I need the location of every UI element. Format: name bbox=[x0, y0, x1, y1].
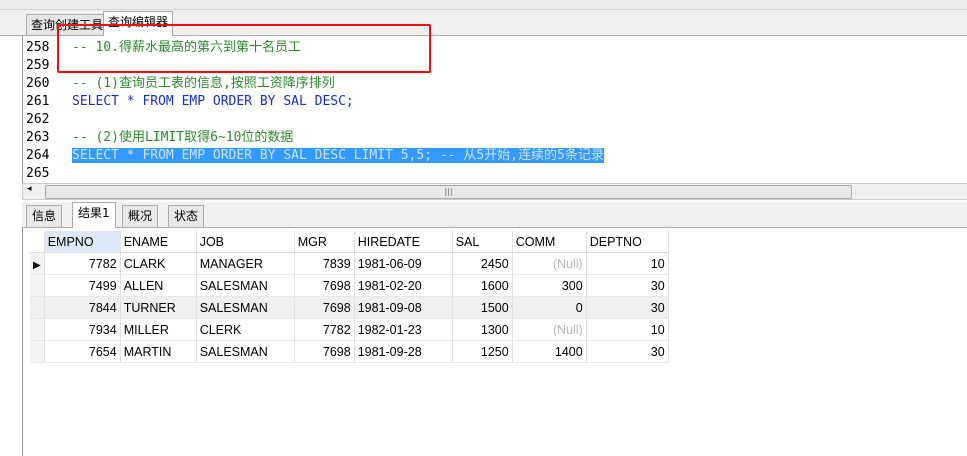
table-cell[interactable]: MILLER bbox=[120, 318, 197, 341]
table-cell[interactable]: MANAGER bbox=[196, 252, 295, 275]
row-indicator[interactable]: ▶ bbox=[30, 252, 45, 275]
table-cell[interactable]: 1981-09-28 bbox=[354, 340, 453, 363]
table-cell[interactable]: 1981-02-20 bbox=[354, 274, 453, 297]
code-text: -- (2)使用LIMIT取得6~10位的数据 bbox=[72, 130, 294, 145]
divider bbox=[22, 227, 23, 456]
highlight-box bbox=[57, 24, 431, 73]
result-tabs: 信息 结果1 概况 状态 bbox=[22, 202, 967, 228]
table-cell[interactable]: 30 bbox=[586, 340, 669, 363]
line-number: 261 bbox=[26, 94, 50, 109]
table-cell[interactable]: 1982-01-23 bbox=[354, 318, 453, 341]
table-row[interactable]: 7844 TURNER SALESMAN 7698 1981-09-08 1500 0 30 bbox=[30, 296, 669, 319]
scroll-left-icon[interactable]: ◂ bbox=[27, 184, 32, 194]
row-indicator[interactable] bbox=[30, 274, 45, 297]
line-number: 262 bbox=[26, 112, 50, 127]
table-cell[interactable]: 1300 bbox=[452, 318, 513, 341]
code-text: SELECT * FROM EMP ORDER BY SAL DESC LIMI… bbox=[72, 148, 604, 163]
table-cell[interactable]: CLARK bbox=[120, 252, 197, 275]
table-cell[interactable]: 10 bbox=[586, 252, 669, 275]
header-row: EMPNO ENAME JOB MGR HIREDATE SAL COMM DEPTNO bbox=[30, 231, 669, 253]
table-cell[interactable]: 7782 bbox=[294, 318, 355, 341]
column-header[interactable]: COMM bbox=[512, 231, 587, 253]
code-line[interactable]: 265 bbox=[26, 165, 72, 183]
table-cell[interactable]: 1981-06-09 bbox=[354, 252, 453, 275]
table-cell[interactable]: 1500 bbox=[452, 296, 513, 319]
code-line[interactable]: 262 bbox=[26, 111, 72, 129]
table-row[interactable]: 7499 ALLEN SALESMAN 7698 1981-02-20 1600 300 30 bbox=[30, 274, 669, 297]
column-header[interactable]: SAL bbox=[452, 231, 513, 253]
table-cell[interactable]: 7698 bbox=[294, 340, 355, 363]
table-cell[interactable]: 7698 bbox=[294, 274, 355, 297]
table-cell[interactable]: 30 bbox=[586, 296, 669, 319]
table-cell[interactable]: ALLEN bbox=[120, 274, 197, 297]
code-line[interactable]: 260 -- (1)查询员工表的信息,按照工资降序排列 bbox=[26, 75, 335, 93]
table-cell[interactable]: 7654 bbox=[44, 340, 121, 363]
table-cell[interactable]: 1250 bbox=[452, 340, 513, 363]
code-line[interactable]: 261 SELECT * FROM EMP ORDER BY SAL DESC; bbox=[26, 93, 354, 111]
table-cell[interactable]: MARTIN bbox=[120, 340, 197, 363]
table-cell[interactable]: (Null) bbox=[512, 252, 587, 275]
line-number: 263 bbox=[26, 130, 50, 145]
line-number: 260 bbox=[26, 76, 50, 91]
column-header[interactable]: DEPTNO bbox=[586, 231, 669, 253]
tab-info[interactable]: 信息 bbox=[26, 205, 63, 227]
table-cell[interactable]: 7782 bbox=[44, 252, 121, 275]
table-row[interactable]: 7934 MILLER CLERK 7782 1982-01-23 1300 (Null) 1… bbox=[30, 318, 669, 341]
scroll-thumb[interactable]: ||| bbox=[45, 185, 852, 199]
toolbar bbox=[0, 0, 967, 10]
row-indicator[interactable] bbox=[30, 296, 45, 319]
tab-result1[interactable]: 结果1 bbox=[72, 202, 116, 228]
table-cell[interactable]: SALESMAN bbox=[196, 296, 295, 319]
code-line[interactable]: 263 -- (2)使用LIMIT取得6~10位的数据 bbox=[26, 129, 293, 147]
line-number: 264 bbox=[26, 148, 50, 163]
table-cell[interactable]: 7844 bbox=[44, 296, 121, 319]
table-row[interactable]: ▶ 7782 CLARK MANAGER 7839 1981-06-09 2450 (Null… bbox=[30, 252, 669, 275]
column-header[interactable]: EMPNO bbox=[44, 231, 121, 253]
code-text: SELECT * FROM EMP ORDER BY SAL DESC; bbox=[72, 94, 354, 109]
table-cell[interactable]: 1600 bbox=[452, 274, 513, 297]
table-cell[interactable]: 1981-09-08 bbox=[354, 296, 453, 319]
table-cell[interactable]: 30 bbox=[586, 274, 669, 297]
table-cell[interactable]: SALESMAN bbox=[196, 274, 295, 297]
column-header[interactable]: HIREDATE bbox=[354, 231, 453, 253]
column-header[interactable]: MGR bbox=[294, 231, 355, 253]
table-cell[interactable]: 7839 bbox=[294, 252, 355, 275]
table-cell[interactable]: 2450 bbox=[452, 252, 513, 275]
table-cell[interactable]: 300 bbox=[512, 274, 587, 297]
table-cell[interactable]: 0 bbox=[512, 296, 587, 319]
row-indicator[interactable] bbox=[30, 318, 45, 341]
table-cell[interactable]: 7934 bbox=[44, 318, 121, 341]
table-cell[interactable]: SALESMAN bbox=[196, 340, 295, 363]
row-indicator-header bbox=[30, 231, 45, 253]
code-text: -- (1)查询员工表的信息,按照工资降序排列 bbox=[72, 76, 335, 91]
table-cell[interactable]: (Null) bbox=[512, 318, 587, 341]
tab-overview[interactable]: 概况 bbox=[122, 205, 159, 227]
column-header[interactable]: ENAME bbox=[120, 231, 197, 253]
table-row[interactable]: 7654 MARTIN SALESMAN 7698 1981-09-28 1250 1400… bbox=[30, 340, 669, 363]
line-number: 265 bbox=[26, 166, 50, 181]
column-header[interactable]: JOB bbox=[196, 231, 295, 253]
current-row-icon: ▶ bbox=[33, 259, 41, 271]
table-cell[interactable]: 7499 bbox=[44, 274, 121, 297]
table-cell[interactable]: 10 bbox=[586, 318, 669, 341]
horizontal-scrollbar[interactable]: ◂ ||| bbox=[22, 183, 967, 200]
table-cell[interactable]: TURNER bbox=[120, 296, 197, 319]
tab-status[interactable]: 状态 bbox=[168, 205, 205, 227]
row-indicator[interactable] bbox=[30, 340, 45, 363]
table-cell[interactable]: CLERK bbox=[196, 318, 295, 341]
table-cell[interactable]: 1400 bbox=[512, 340, 587, 363]
code-line[interactable]: 264 SELECT * FROM EMP ORDER BY SAL DESC L… bbox=[26, 147, 604, 165]
table-cell[interactable]: 7698 bbox=[294, 296, 355, 319]
result-grid[interactable]: EMPNO ENAME JOB MGR HIREDATE SAL COMM DEPTNO ▶ 77… bbox=[30, 231, 669, 363]
